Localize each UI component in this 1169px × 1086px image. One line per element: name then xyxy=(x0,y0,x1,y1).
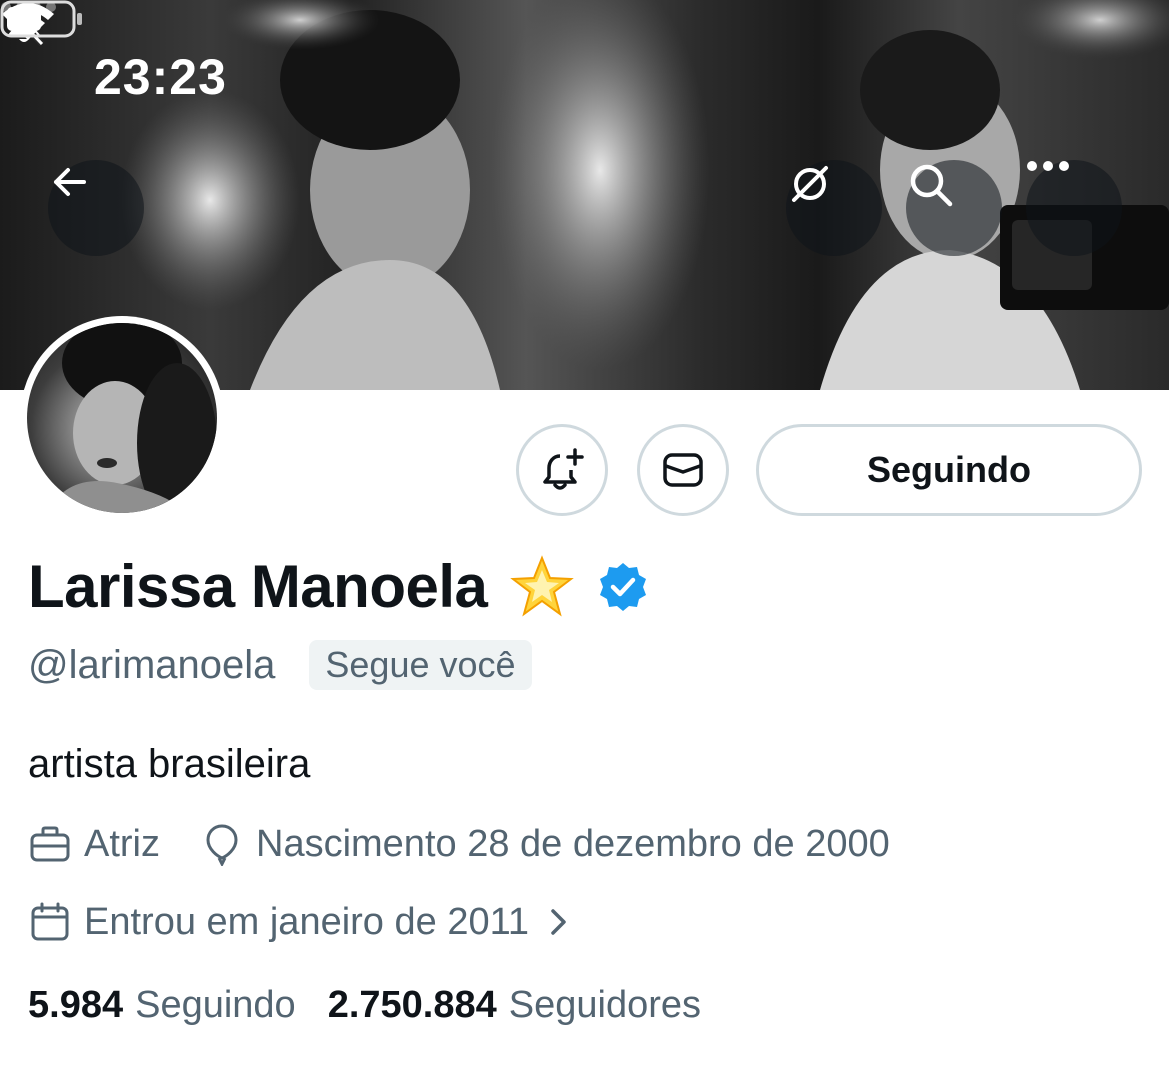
follow-stats: 5.984 Seguindo 2.750.884 Seguidores xyxy=(28,984,701,1027)
avatar-photo xyxy=(27,323,217,513)
verified-badge-icon[interactable] xyxy=(597,561,649,613)
grok-button[interactable] xyxy=(786,160,882,256)
back-button[interactable] xyxy=(48,160,144,256)
search-button[interactable] xyxy=(906,160,1002,256)
followers-count: 2.750.884 xyxy=(327,984,497,1026)
profile-screen: 23:23 Seguindo Larissa Manoela @larimano… xyxy=(0,0,1169,1086)
joined-row[interactable]: Entrou em janeiro de 2011 xyxy=(28,900,573,944)
arrow-left-icon xyxy=(54,168,86,196)
joined-text: Entrou em janeiro de 2011 xyxy=(84,900,530,943)
balloon-icon xyxy=(206,824,238,866)
glowing-star-icon xyxy=(510,554,575,616)
profession-text: Atriz xyxy=(84,822,160,865)
status-time: 23:23 xyxy=(94,49,227,105)
profile-handle: @larimanoela xyxy=(28,642,276,687)
following-stat-label: Seguindo xyxy=(135,984,296,1026)
search-icon xyxy=(910,164,953,207)
follows-you-badge: Segue você xyxy=(309,640,532,690)
briefcase-icon xyxy=(30,826,70,862)
notifications-button[interactable] xyxy=(516,424,608,516)
calendar-icon xyxy=(31,902,69,941)
avatar-photo-shapes xyxy=(47,323,217,513)
following-button[interactable]: Seguindo xyxy=(756,424,1142,516)
profile-bio: artista brasileira xyxy=(28,742,311,786)
handle-row: @larimanoela Segue você xyxy=(28,640,532,690)
chevron-right-icon xyxy=(551,909,566,935)
birth-text: Nascimento 28 de dezembro de 2000 xyxy=(256,822,890,865)
more-horizontal-icon xyxy=(1027,161,1069,171)
envelope-icon xyxy=(663,453,703,487)
profile-name-row: Larissa Manoela xyxy=(28,552,649,621)
profile-name: Larissa Manoela xyxy=(28,553,488,620)
bell-plus-icon xyxy=(543,448,584,490)
profile-meta-row: Atriz Nascimento 28 de dezembro de 2000 xyxy=(28,822,890,866)
grok-icon xyxy=(792,166,828,202)
avatar[interactable] xyxy=(20,316,224,520)
battery-icon xyxy=(0,0,82,38)
message-button[interactable] xyxy=(637,424,729,516)
followers-stat[interactable]: 2.750.884 Seguidores xyxy=(328,984,701,1027)
following-stat[interactable]: 5.984 Seguindo xyxy=(28,984,296,1027)
following-count: 5.984 xyxy=(28,984,124,1026)
followers-stat-label: Seguidores xyxy=(508,984,701,1026)
more-button[interactable] xyxy=(1026,160,1122,256)
